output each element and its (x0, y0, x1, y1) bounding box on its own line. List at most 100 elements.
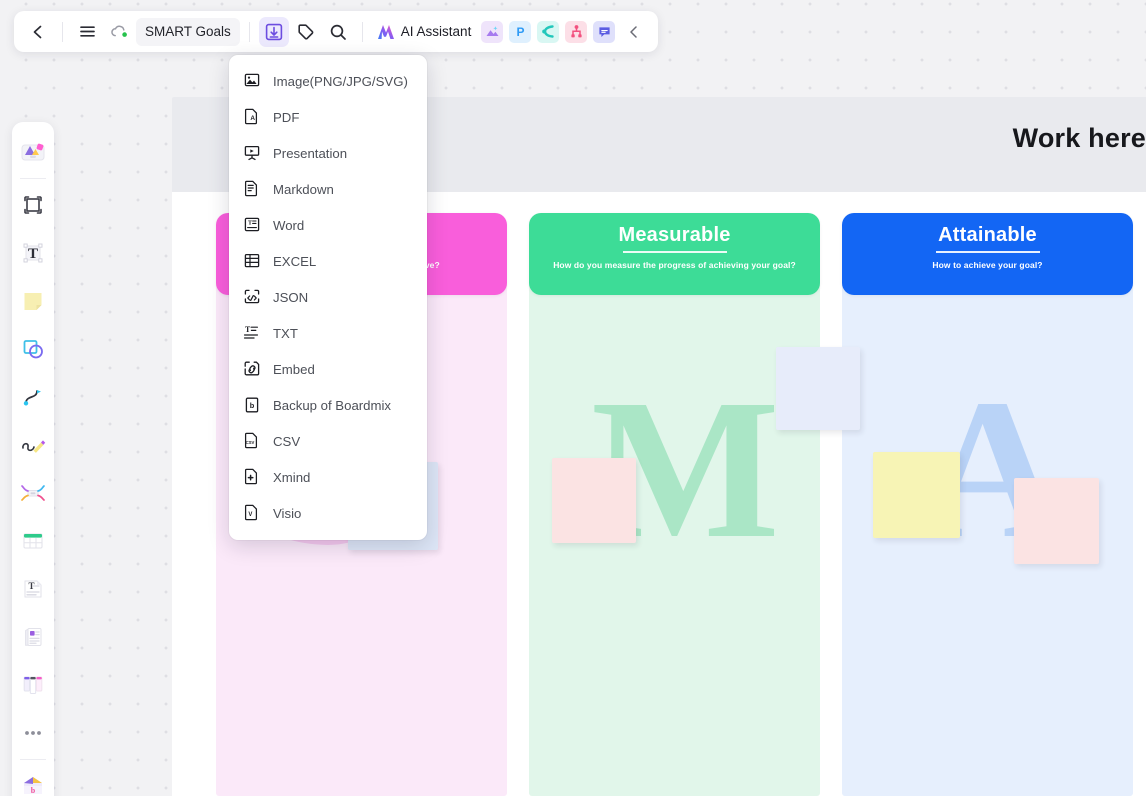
ai-assistant-button[interactable]: AI Assistant (372, 17, 478, 47)
export-menu-item-label: Visio (273, 505, 302, 521)
frame-title: Work here (1012, 123, 1146, 153)
export-menu-item-xmind[interactable]: Xmind (229, 459, 427, 495)
svg-text:CSV: CSV (246, 440, 255, 445)
card-subtitle-measurable: How do you measure the progress of achie… (553, 260, 796, 270)
cloud-saved-icon (111, 25, 127, 37)
text-tool[interactable]: T (12, 229, 54, 277)
more-tools[interactable] (12, 709, 54, 757)
menu-button[interactable] (72, 17, 102, 47)
excel-file-icon (243, 252, 261, 270)
export-menu-item-label: TXT (273, 325, 298, 341)
export-menu-item-embed[interactable]: Embed (229, 351, 427, 387)
toolbar-divider (62, 21, 63, 42)
xmind-file-icon (243, 468, 261, 486)
sticky-note-pink-measurable[interactable] (552, 458, 636, 543)
export-menu-item-csv[interactable]: CSV CSV (229, 423, 427, 459)
tag-button[interactable] (291, 17, 321, 47)
sticky-note-blue-measurable[interactable] (776, 347, 860, 430)
document-title[interactable]: SMART Goals (136, 17, 240, 46)
chevron-left-small-icon (630, 25, 638, 38)
templates-icon (21, 143, 45, 161)
card-attainable[interactable]: Attainable How to achieve your goal? (842, 213, 1133, 295)
sticky-note-yellow-attainable[interactable] (873, 452, 960, 538)
search-button[interactable] (323, 17, 353, 47)
mindmap-app-icon[interactable] (537, 20, 560, 43)
export-menu-item-visio[interactable]: V Visio (229, 495, 427, 531)
image-icon (486, 26, 499, 36)
back-button[interactable] (23, 17, 53, 47)
export-menu-item-markdown[interactable]: Markdown (229, 171, 427, 207)
export-menu-item-excel[interactable]: EXCEL (229, 243, 427, 279)
svg-text:T: T (248, 220, 252, 226)
connector-tool[interactable] (12, 373, 54, 421)
export-menu-item-presentation[interactable]: Presentation (229, 135, 427, 171)
export-menu-item-label: Markdown (273, 181, 334, 197)
markdown-file-icon (243, 180, 261, 198)
sticky-note-pink-attainable[interactable] (1014, 478, 1099, 564)
export-button[interactable] (258, 16, 289, 47)
presentation-app-icon[interactable]: P (509, 20, 532, 43)
svg-text:b: b (31, 786, 36, 795)
txt-file-icon: T (243, 324, 261, 342)
collapse-apps-button[interactable] (619, 17, 649, 47)
image-file-icon (243, 72, 261, 90)
export-menu-item-pdf[interactable]: A PDF (229, 99, 427, 135)
shape-tool[interactable] (12, 325, 54, 373)
word-file-icon: T (243, 216, 261, 234)
backup-file-icon: b (243, 396, 261, 414)
templates-tool[interactable] (12, 128, 54, 176)
export-menu-item-txt[interactable]: T TXT (229, 315, 427, 351)
export-menu-item-label: Presentation (273, 145, 348, 161)
kanban-tool[interactable] (12, 661, 54, 709)
text-icon: T (23, 243, 43, 263)
connector-icon (23, 390, 41, 406)
mindmap-tool[interactable] (12, 469, 54, 517)
export-menu-item-json[interactable]: JSON (229, 279, 427, 315)
pen-tool[interactable] (12, 421, 54, 469)
document-tool[interactable]: T (12, 565, 54, 613)
mindmap-branch-icon (542, 25, 554, 38)
mindmap-icon (21, 485, 45, 501)
pen-icon (22, 440, 46, 453)
svg-text:b: b (250, 401, 255, 410)
export-menu-item-image-png-jpg-svg[interactable]: Image(PNG/JPG/SVG) (229, 63, 427, 99)
more-horizontal-icon (25, 731, 41, 735)
hamburger-menu-icon (79, 26, 95, 37)
shape-icon (23, 340, 43, 359)
card-rule (622, 251, 727, 253)
export-menu-item-label: JSON (273, 289, 309, 305)
svg-text:P: P (516, 25, 524, 39)
export-menu-item-label: Word (273, 217, 305, 233)
left-toolbar: T T b (12, 122, 54, 796)
asset-library-icon: b (24, 777, 42, 795)
rail-divider (20, 178, 46, 179)
svg-text:A: A (250, 115, 255, 122)
frame-tool[interactable] (12, 181, 54, 229)
card-measurable[interactable]: Measurable How do you measure the progre… (529, 213, 820, 295)
svg-text:T: T (245, 325, 251, 334)
tag-icon (298, 23, 314, 40)
image-app-icon[interactable] (481, 20, 504, 43)
cloud-status-icon (104, 17, 134, 47)
frame-icon (24, 196, 42, 214)
comment-app-icon[interactable] (593, 20, 616, 43)
export-menu-item-backup-of-boardmix[interactable]: b Backup of Boardmix (229, 387, 427, 423)
export-menu-item-word[interactable]: T Word (229, 207, 427, 243)
flowchart-app-icon[interactable] (565, 20, 588, 43)
note-card-tool[interactable] (12, 613, 54, 661)
csv-file-icon: CSV (243, 432, 261, 450)
search-icon (330, 24, 346, 40)
embed-file-icon (243, 360, 261, 378)
export-menu-item-label: PDF (273, 109, 300, 125)
kanban-icon (23, 676, 43, 694)
card-subtitle-attainable: How to achieve your goal? (932, 260, 1043, 270)
sticky-note-tool[interactable] (12, 277, 54, 325)
card-title-attainable: Attainable (938, 224, 1037, 246)
asset-library-tool[interactable]: b (12, 762, 54, 796)
ai-assistant-label: AI Assistant (400, 24, 472, 39)
visio-file-icon: V (243, 504, 261, 522)
export-dropdown-menu: Image(PNG/JPG/SVG) A PDF Presentation Markdo… (229, 55, 427, 540)
ai-assistant-icon (377, 24, 394, 39)
table-tool[interactable] (12, 517, 54, 565)
top-toolbar: SMART Goals AI Assistant P (14, 11, 659, 52)
